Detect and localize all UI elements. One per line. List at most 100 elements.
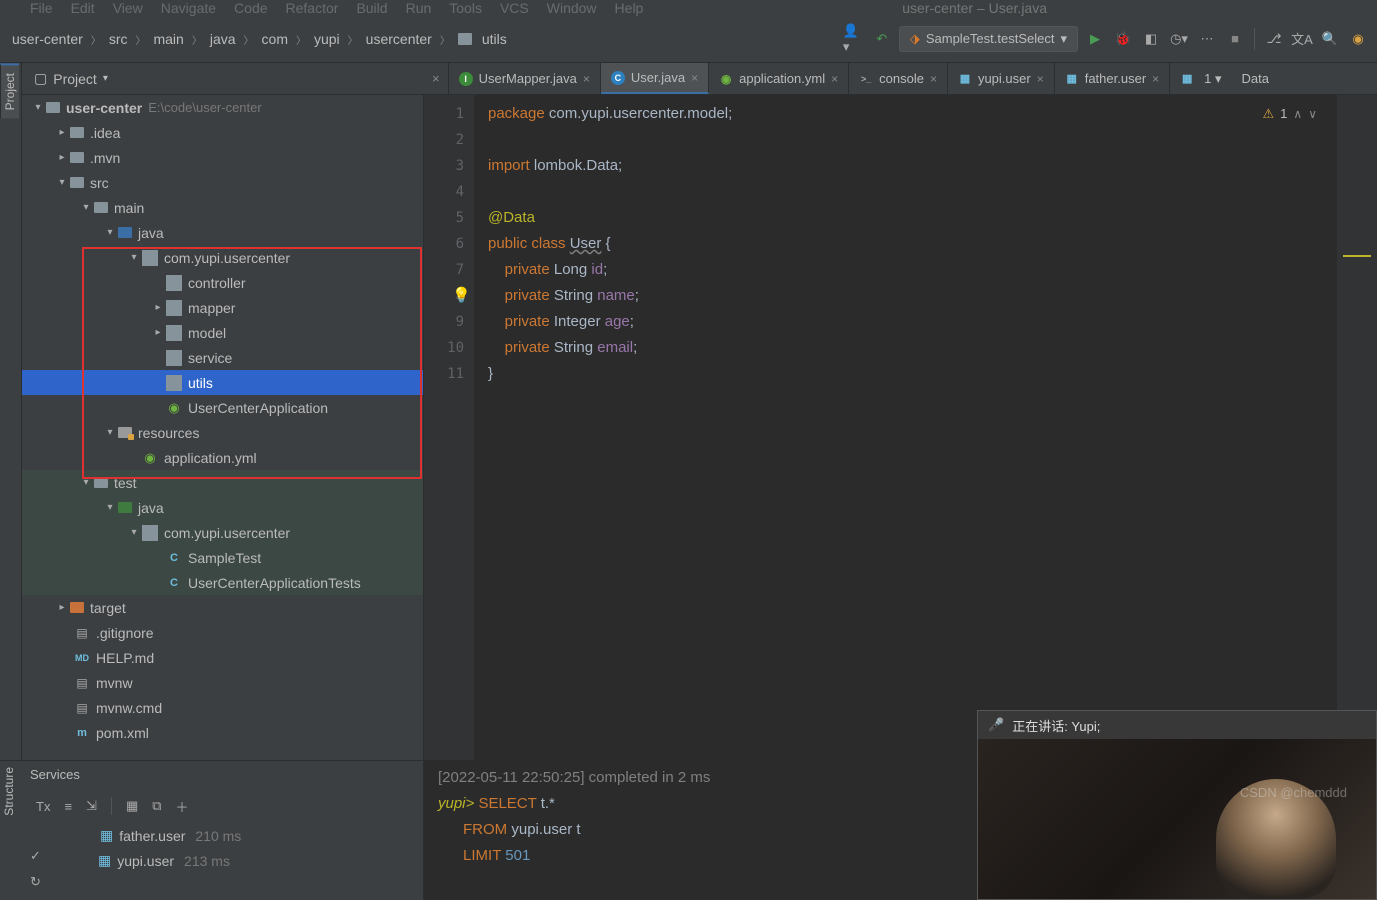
git-branch-icon[interactable]: ⎇ <box>1263 28 1285 50</box>
tree-test-java[interactable]: java <box>22 495 423 520</box>
crumb-yupi[interactable]: yupi <box>314 31 340 47</box>
add-icon[interactable]: ＋ <box>176 797 189 816</box>
inspection-widget[interactable]: ⚠ 1 ∧ ∨ <box>1263 101 1317 127</box>
tree-test[interactable]: test <box>22 470 423 495</box>
undo-icon[interactable]: ↶ <box>871 28 893 50</box>
tree-apptests[interactable]: UserCenterApplicationTests <box>22 570 423 595</box>
svc-father[interactable]: ▦father.user210 ms <box>100 823 423 848</box>
grid-icon[interactable]: ▦ <box>126 798 138 814</box>
close-icon[interactable]: × <box>831 72 838 86</box>
check-icon[interactable]: ✓ <box>30 848 41 864</box>
tree-helpmd[interactable]: HELP.md <box>22 645 423 670</box>
close-icon[interactable]: × <box>1037 72 1044 86</box>
menu-edit[interactable]: Edit <box>71 0 95 16</box>
project-view-selector[interactable]: ▢ Project ▾ <box>22 70 120 87</box>
tree-src[interactable]: src <box>22 170 423 195</box>
stop-button[interactable]: ■ <box>1224 28 1246 50</box>
crumb-project[interactable]: user-center <box>12 31 83 47</box>
tree-controller[interactable]: controller <box>22 270 423 295</box>
collapse-icon[interactable]: ⇲ <box>86 798 97 814</box>
translate-icon[interactable]: 文A <box>1291 28 1313 50</box>
menu-refactor[interactable]: Refactor <box>286 0 339 16</box>
crumb-main[interactable]: main <box>153 31 183 47</box>
tree-mapper[interactable]: mapper <box>22 295 423 320</box>
search-icon[interactable]: 🔍 <box>1319 28 1341 50</box>
tree-appyml[interactable]: application.yml <box>22 445 423 470</box>
user-icon[interactable]: 👤▾ <box>843 28 865 50</box>
tab-appyml[interactable]: application.yml× <box>709 63 849 94</box>
tree-main[interactable]: main <box>22 195 423 220</box>
crumb-java[interactable]: java <box>210 31 236 47</box>
tab-fatheruser[interactable]: father.user× <box>1055 63 1170 94</box>
interface-icon: I <box>459 72 473 86</box>
tab-data-truncated[interactable]: Data <box>1232 63 1279 94</box>
tree-app-class[interactable]: UserCenterApplication <box>22 395 423 420</box>
tab-user[interactable]: C User.java× <box>601 63 709 94</box>
close-icon[interactable]: × <box>583 72 590 86</box>
project-tree[interactable]: user-centerE:\code\user-center .idea .mv… <box>22 95 424 760</box>
tree-idea[interactable]: .idea <box>22 120 423 145</box>
table-icon <box>958 72 972 86</box>
menu-code[interactable]: Code <box>234 0 267 16</box>
tree-service[interactable]: service <box>22 345 423 370</box>
run-config-selector[interactable]: ⬗ SampleTest.testSelect ▾ <box>899 26 1078 52</box>
menu-file[interactable]: File <box>30 0 53 16</box>
code-editor[interactable]: 1234567891011 package com.yupi.usercente… <box>424 95 1377 760</box>
tree-mvnwcmd[interactable]: mvnw.cmd <box>22 695 423 720</box>
mic-icon: 🎤 <box>988 717 1004 733</box>
coverage-button[interactable]: ◧ <box>1140 28 1162 50</box>
tree-target[interactable]: target <box>22 595 423 620</box>
menu-navigate[interactable]: Navigate <box>161 0 216 16</box>
tree-root[interactable]: user-centerE:\code\user-center <box>22 95 423 120</box>
tab-usermapper[interactable]: I UserMapper.java× <box>449 63 601 94</box>
tree-utils[interactable]: utils <box>22 370 423 395</box>
breadcrumb[interactable]: user-center src main java com yupi userc… <box>0 31 507 47</box>
tab-yupiuser[interactable]: yupi.user× <box>948 63 1055 94</box>
tree-gitignore[interactable]: .gitignore <box>22 620 423 645</box>
debug-button[interactable]: 🐞 <box>1112 28 1134 50</box>
attach-button[interactable]: ⋯ <box>1196 28 1218 50</box>
tree-resources[interactable]: resources <box>22 420 423 445</box>
tree-main-java[interactable]: java <box>22 220 423 245</box>
tree-sampletest[interactable]: SampleTest <box>22 545 423 570</box>
menu-vcs[interactable]: VCS <box>500 0 529 16</box>
close-icon[interactable]: × <box>1152 72 1159 86</box>
project-view-label: Project <box>53 71 97 87</box>
intention-bulb-icon[interactable]: 💡 <box>452 283 471 309</box>
tree-package[interactable]: com.yupi.usercenter <box>22 245 423 270</box>
menu-view[interactable]: View <box>113 0 143 16</box>
refresh-icon[interactable]: ↻ <box>30 874 41 890</box>
menu-run[interactable]: Run <box>406 0 432 16</box>
tree-test-pkg[interactable]: com.yupi.usercenter <box>22 520 423 545</box>
expand-icon[interactable]: ≡ <box>64 799 72 814</box>
close-icon[interactable]: × <box>691 71 698 85</box>
menu-build[interactable]: Build <box>356 0 387 16</box>
error-stripe[interactable] <box>1337 95 1377 760</box>
run-button[interactable]: ▶ <box>1084 28 1106 50</box>
next-highlight-icon[interactable]: ∨ <box>1308 101 1317 127</box>
toolwindow-project[interactable]: Project <box>0 63 19 118</box>
menu-help[interactable]: Help <box>615 0 644 16</box>
menu-tools[interactable]: Tools <box>449 0 482 16</box>
prev-highlight-icon[interactable]: ∧ <box>1293 101 1302 127</box>
crumb-utils[interactable]: utils <box>482 31 507 47</box>
filter-icon[interactable]: Tx <box>36 799 50 814</box>
layout-icon[interactable]: ⧉ <box>152 798 161 814</box>
svc-yupi[interactable]: ▦yupi.user213 ms <box>76 848 423 873</box>
tree-model[interactable]: model <box>22 320 423 345</box>
tree-mvn[interactable]: .mvn <box>22 145 423 170</box>
profile-button[interactable]: ◷▾ <box>1168 28 1190 50</box>
close-tab-icon[interactable]: × <box>424 63 449 94</box>
tree-pom[interactable]: pom.xml <box>22 720 423 745</box>
tree-mvnw[interactable]: mvnw <box>22 670 423 695</box>
close-icon[interactable]: × <box>930 72 937 86</box>
crumb-src[interactable]: src <box>109 31 128 47</box>
toolwindow-structure[interactable]: Structure <box>0 761 18 822</box>
tab-overflow[interactable]: 1 ▾ <box>1170 63 1231 94</box>
ide-settings-icon[interactable]: ◉ <box>1347 28 1369 50</box>
tab-console[interactable]: console× <box>849 63 948 94</box>
crumb-com[interactable]: com <box>262 31 288 47</box>
crumb-usercenter[interactable]: usercenter <box>366 31 432 47</box>
menu-window[interactable]: Window <box>547 0 597 16</box>
services-tree[interactable]: ▦father.user210 ms ▦yupi.user213 ms <box>0 823 423 873</box>
